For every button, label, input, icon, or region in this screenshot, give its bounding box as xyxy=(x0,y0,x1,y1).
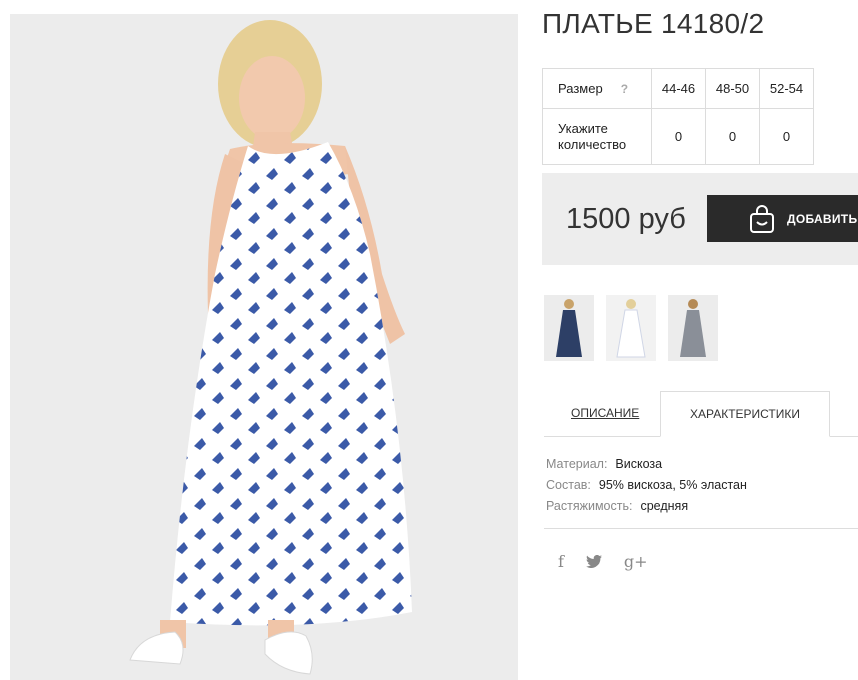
product-price: 1500 руб xyxy=(566,203,686,235)
tab-description[interactable]: ОПИСАНИЕ xyxy=(571,406,639,420)
twitter-icon[interactable] xyxy=(585,555,602,568)
size-label: Размер xyxy=(558,80,603,96)
product-tabs: ОПИСАНИЕ ХАРАКТЕРИСТИКИ xyxy=(544,391,858,437)
property-key: Материал: xyxy=(546,457,608,471)
thumbnail-strip xyxy=(544,295,718,361)
property-row-stretch: Растяжимость: средняя xyxy=(546,496,747,517)
product-title: ПЛАТЬЕ 14180/2 xyxy=(542,8,765,39)
thumbnail-white-dress[interactable] xyxy=(606,295,656,361)
white-dress-thumb-image xyxy=(606,295,656,361)
property-value: 95% вискоза, 5% эластан xyxy=(598,478,747,492)
thumbnail-dark-dress[interactable] xyxy=(544,295,594,361)
property-key: Растяжимость: xyxy=(546,499,633,513)
size-44-46: 44-46 xyxy=(651,68,706,109)
quantity-input-52-54[interactable]: 0 xyxy=(759,108,814,165)
add-to-cart-button[interactable]: ДОБАВИТЬ xyxy=(707,195,858,242)
product-info-panel: ПЛАТЬЕ 14180/2 Размер? 44-46 48-50 52-54… xyxy=(542,0,858,680)
size-48-50: 48-50 xyxy=(705,68,760,109)
thumbnail-grey-dress[interactable] xyxy=(668,295,718,361)
social-share: f g+ xyxy=(558,552,648,571)
property-row-composition: Состав: 95% вискоза, 5% эластан xyxy=(546,475,747,496)
property-value: средняя xyxy=(640,499,689,513)
model-dress-illustration xyxy=(10,14,518,680)
property-key: Состав: xyxy=(546,478,591,492)
product-main-image[interactable] xyxy=(10,14,518,680)
quantity-label-line1: Укажите xyxy=(558,120,608,136)
size-52-54: 52-54 xyxy=(759,68,814,109)
divider xyxy=(544,528,858,529)
add-to-cart-label: ДОБАВИТЬ xyxy=(787,211,858,226)
buy-box: 1500 руб ДОБАВИТЬ xyxy=(542,173,858,265)
quantity-label-cell: Укажите количество xyxy=(542,108,652,165)
grey-dress-thumb-image xyxy=(668,295,718,361)
googleplus-icon[interactable]: g+ xyxy=(624,552,648,571)
facebook-icon[interactable]: f xyxy=(558,552,564,571)
size-help-icon[interactable]: ? xyxy=(621,81,628,97)
size-header-cell: Размер? xyxy=(542,68,652,109)
size-quantity-table: Размер? 44-46 48-50 52-54 Укажите количе… xyxy=(542,68,814,165)
quantity-input-44-46[interactable]: 0 xyxy=(651,108,706,165)
tab-characteristics[interactable]: ХАРАКТЕРИСТИКИ xyxy=(660,391,830,437)
quantity-input-48-50[interactable]: 0 xyxy=(705,108,760,165)
quantity-label-line2: количество xyxy=(558,136,627,152)
shopping-bag-icon xyxy=(750,204,774,233)
characteristics-list: Материал: Вискоза Состав: 95% вискоза, 5% … xyxy=(546,454,747,517)
dark-dress-thumb-image xyxy=(544,295,594,361)
property-value: Вискоза xyxy=(615,457,663,471)
property-row-material: Материал: Вискоза xyxy=(546,454,747,475)
